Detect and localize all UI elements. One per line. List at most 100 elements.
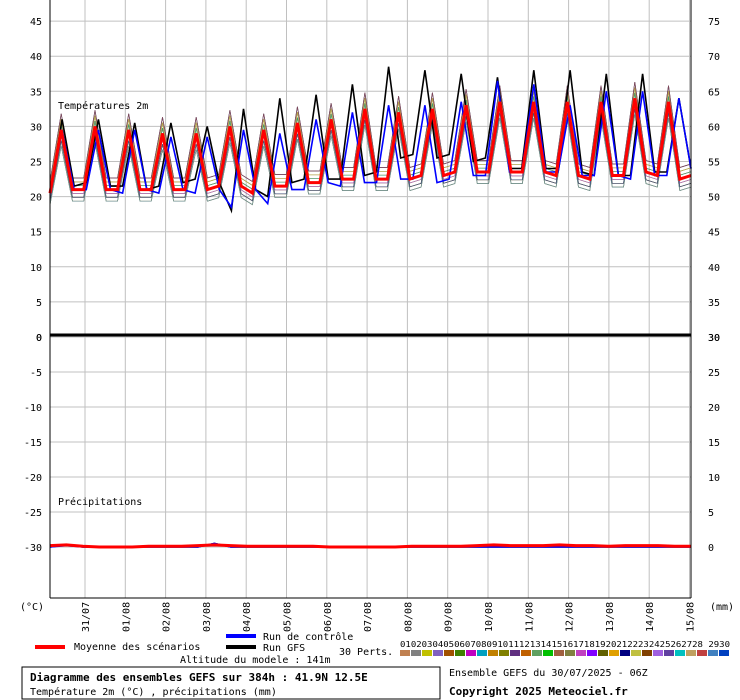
pert-swatch — [488, 650, 498, 656]
date-tick-label: 11/08 — [524, 602, 535, 632]
temp-tick-right: 35 — [708, 298, 720, 309]
pert-swatch — [400, 650, 410, 656]
legend-pert-numbers: 0102030405060708091011121314151617181920… — [400, 640, 730, 649]
unit-right-label: (mm) — [710, 602, 734, 613]
temp-tick-right: 40 — [708, 263, 720, 274]
temp-tick-left: 15 — [30, 228, 42, 239]
pert-swatch — [686, 650, 696, 656]
pert-swatch — [697, 650, 707, 656]
date-axis-labels: 31/07 01/08 02/08 03/08 04/08 05/08 06/08 07/08… — [81, 602, 697, 632]
run-info: Ensemble GEFS du 30/07/2025 - 06Z — [449, 668, 648, 679]
temp-tick-left: 30 — [30, 122, 42, 133]
precip-tick-right: 25 — [708, 368, 720, 379]
legend-pert-swatches — [400, 650, 729, 656]
pert-swatch — [587, 650, 597, 656]
precip-tick-left: 0 — [36, 333, 42, 344]
pert-swatch — [642, 650, 652, 656]
temp-tick-right: 70 — [708, 52, 720, 63]
temp-tick-left: 45 — [30, 17, 42, 28]
footer: Diagramme des ensembles GEFS sur 384h : … — [21, 666, 648, 700]
precip-tick-right: 30 — [708, 333, 720, 344]
copyright: Copyright 2025 Meteociel.fr — [449, 685, 628, 698]
date-tick-label: 09/08 — [444, 602, 455, 632]
legend-perts-label: 30 Perts. — [339, 647, 393, 658]
precip-tick-right: 10 — [708, 473, 720, 484]
chart-frame — [49, 0, 692, 599]
legend: Moyenne des scénarios Run de contrôle Ru… — [35, 631, 730, 666]
pert-swatch — [554, 650, 564, 656]
date-tick-label: 04/08 — [242, 602, 253, 632]
precip-tick-left: -15 — [24, 438, 42, 449]
pert-swatch — [466, 650, 476, 656]
pert-swatch — [598, 650, 608, 656]
date-tick-label: 08/08 — [403, 602, 414, 632]
date-tick-label: 06/08 — [323, 602, 334, 632]
precip-tick-left: -25 — [24, 508, 42, 519]
pert-swatch — [510, 650, 520, 656]
temp-tick-left: 10 — [30, 263, 42, 274]
precip-tick-left: -20 — [24, 473, 42, 484]
temp-series-line — [48, 98, 692, 196]
pert-swatch — [609, 650, 619, 656]
temp-tick-left: 5 — [36, 298, 42, 309]
gefs-ensemble-chart: 0 305 3510 4015 4520 5025 5530 6035 6540 7045 75 0… — [20, 0, 734, 700]
precip-tick-right: 15 — [708, 438, 720, 449]
pert-swatch — [653, 650, 663, 656]
date-tick-label: 31/07 — [81, 602, 92, 632]
pert-swatch — [664, 650, 674, 656]
pert-swatch — [719, 650, 729, 656]
precip-tick-left: -30 — [24, 543, 42, 554]
temp-tick-right: 55 — [708, 158, 720, 169]
main-series-lines — [48, 66, 692, 549]
pert-swatch — [543, 650, 553, 656]
unit-left-label: (°C) — [20, 602, 44, 613]
pert-swatch — [411, 650, 421, 656]
pert-swatch — [576, 650, 586, 656]
temp-tick-left: 35 — [30, 87, 42, 98]
precipitation-grid — [50, 336, 691, 548]
pert-swatch — [620, 650, 630, 656]
temp-tick-left: 40 — [30, 52, 42, 63]
precip-tick-right: 0 — [708, 543, 714, 554]
date-tick-label: 05/08 — [283, 602, 294, 632]
pert-swatch — [477, 650, 487, 656]
date-tick-label: 15/08 — [686, 602, 697, 632]
pert-swatch — [455, 650, 465, 656]
legend-control-label: Run de contrôle — [263, 631, 353, 643]
pert-swatch — [675, 650, 685, 656]
precipitation-annotation: Précipitations — [58, 496, 142, 508]
precipitation-axis-ticks: 0 30 -5 25 -10 20 -15 15 -20 10 -25 5 -30 0 — [24, 333, 720, 554]
legend-mean-label: Moyenne des scénarios — [74, 641, 200, 653]
pert-swatch — [422, 650, 432, 656]
temp-tick-right: 45 — [708, 228, 720, 239]
precip-tick-left: -10 — [24, 403, 42, 414]
legend-gfs-label: Run GFS — [263, 643, 305, 654]
date-tick-label: 12/08 — [565, 602, 576, 632]
pert-swatch — [521, 650, 531, 656]
pert-swatch — [433, 650, 443, 656]
precip-series-line — [49, 543, 691, 549]
altitude-label: Altitude du modele : 141m — [180, 655, 331, 666]
date-tick-label: 01/08 — [121, 602, 132, 632]
temperature-annotation: Températures 2m — [58, 100, 148, 112]
date-tick-label: 10/08 — [484, 602, 495, 632]
temp-tick-right: 65 — [708, 87, 720, 98]
diagram-title: Diagramme des ensembles GEFS sur 384h : … — [30, 671, 368, 684]
pert-swatch — [444, 650, 454, 656]
temp-tick-right: 50 — [708, 193, 720, 204]
temp-tick-right: 60 — [708, 122, 720, 133]
precip-tick-left: -5 — [30, 368, 42, 379]
date-tick-label: 13/08 — [605, 602, 616, 632]
temp-tick-left: 20 — [30, 193, 42, 204]
date-tick-label: 03/08 — [202, 602, 213, 632]
pert-swatch — [708, 650, 718, 656]
precip-tick-right: 5 — [708, 508, 714, 519]
precip-tick-right: 20 — [708, 403, 720, 414]
diagram-subtitle: Température 2m (°C) , précipitations (mm… — [30, 686, 277, 698]
pert-swatch — [499, 650, 509, 656]
pert-swatch — [631, 650, 641, 656]
temp-tick-left: 25 — [30, 158, 42, 169]
temp-tick-right: 75 — [708, 17, 720, 28]
temperature-grid — [50, 0, 691, 598]
date-tick-label: 07/08 — [363, 602, 374, 632]
